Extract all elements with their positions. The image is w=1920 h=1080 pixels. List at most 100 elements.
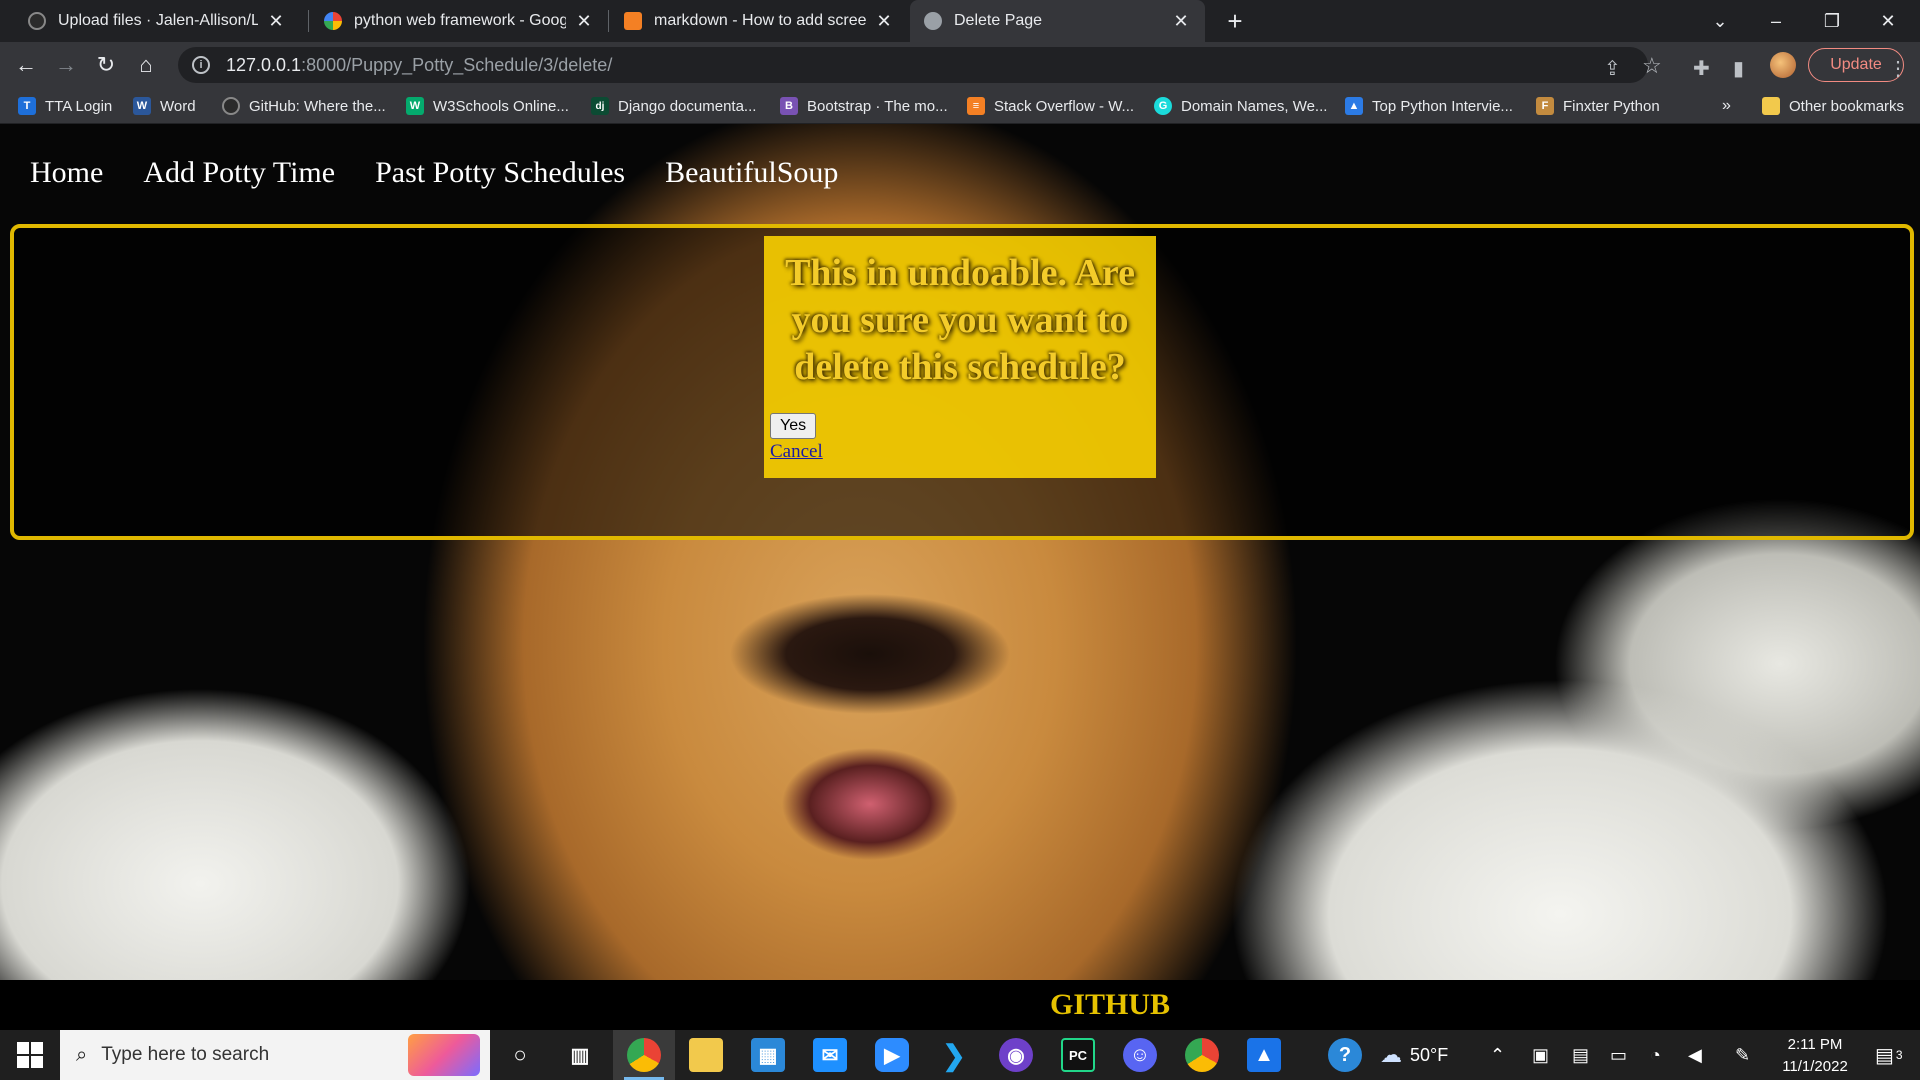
browser-tabstrip: Upload files · Jalen-Allison/Live-P ✕ py…: [0, 0, 1920, 42]
site-navigation: Home Add Potty Time Past Potty Schedules…: [30, 156, 838, 190]
restore-icon[interactable]: ❐: [1804, 0, 1860, 42]
tab-title: python web framework - Google: [354, 12, 566, 29]
tray-chevron-up-icon[interactable]: ⌃: [1490, 1030, 1505, 1080]
bookmark-label: Stack Overflow - W...: [994, 97, 1135, 115]
google-icon: [324, 12, 342, 30]
bookmark-other-folder[interactable]: Other bookmarks: [1762, 96, 1904, 116]
wifi-icon[interactable]: ◔: [1650, 1030, 1661, 1080]
tablet-icon[interactable]: ▤: [1572, 1030, 1589, 1080]
weather-temp: 50°F: [1410, 1044, 1449, 1065]
confirm-message: This in undoable. Are you sure you want …: [785, 252, 1135, 388]
close-icon[interactable]: ✕: [874, 11, 894, 31]
battery-icon[interactable]: ▭: [1610, 1030, 1627, 1080]
pycharm-icon[interactable]: PC: [1061, 1038, 1095, 1072]
notifications-icon[interactable]: ▤ 3: [1875, 1030, 1903, 1080]
word-icon: W: [133, 97, 151, 115]
close-icon[interactable]: ✕: [574, 11, 594, 31]
profile-avatar[interactable]: [1770, 52, 1796, 78]
bookmark-finxter[interactable]: F Finxter Python: [1536, 96, 1660, 116]
pen-icon[interactable]: ✎: [1735, 1030, 1750, 1080]
bookmark-label: Finxter Python: [1563, 97, 1660, 115]
back-arrow-icon[interactable]: ←: [10, 49, 42, 81]
bookmark-w3schools[interactable]: W W3Schools Online...: [406, 96, 569, 116]
home-icon[interactable]: ⌂: [130, 49, 162, 81]
nav-add-potty-time[interactable]: Add Potty Time: [143, 156, 335, 190]
bookmark-domain-names[interactable]: G Domain Names, We...: [1154, 96, 1327, 116]
volume-icon[interactable]: ◀: [1688, 1030, 1702, 1080]
bookmark-python-interview[interactable]: ▲ Top Python Intervie...: [1345, 96, 1513, 116]
tab-delete-page[interactable]: Delete Page ✕: [910, 0, 1205, 42]
tab-search-chevron-icon[interactable]: ⌄: [1692, 0, 1748, 42]
taskbar-search[interactable]: ⌕ Type here to search: [60, 1030, 490, 1080]
yes-button[interactable]: Yes: [770, 413, 817, 439]
browser-toolbar: ← → ↻ ⌂ i 127.0.0.1:8000/Puppy_Potty_Sch…: [0, 42, 1920, 88]
vscode-icon[interactable]: ❯: [937, 1038, 971, 1072]
github-link[interactable]: GITHUB: [1050, 988, 1170, 1022]
help-icon[interactable]: ?: [1328, 1038, 1362, 1072]
forward-arrow-icon[interactable]: →: [50, 49, 82, 81]
close-icon[interactable]: ✕: [266, 11, 286, 31]
zoom-icon[interactable]: ▶: [875, 1038, 909, 1072]
weather-widget[interactable]: ☁ 50°F: [1380, 1030, 1448, 1080]
cloud-icon: ☁: [1380, 1042, 1402, 1067]
microsoft-store-icon[interactable]: ▦: [751, 1038, 785, 1072]
chrome-profile-icon[interactable]: [1185, 1038, 1219, 1072]
nav-beautifulsoup[interactable]: BeautifulSoup: [665, 156, 838, 190]
tab-upload-files[interactable]: Upload files · Jalen-Allison/Live-P ✕: [0, 0, 300, 42]
side-panel-icon[interactable]: ▮: [1733, 56, 1744, 81]
bookmark-github[interactable]: GitHub: Where the...: [222, 96, 386, 116]
mail-icon[interactable]: ✉: [813, 1038, 847, 1072]
cortana-icon[interactable]: ○: [503, 1038, 537, 1072]
tta-icon: T: [18, 97, 36, 115]
tab-stackoverflow[interactable]: markdown - How to add screensh ✕: [610, 0, 908, 42]
github-icon: [222, 97, 240, 115]
bookmark-stackoverflow[interactable]: ≡ Stack Overflow - W...: [967, 96, 1134, 116]
site-info-icon[interactable]: i: [192, 56, 210, 74]
bookmark-django[interactable]: dj Django documenta...: [591, 96, 756, 116]
bookmark-label: Domain Names, We...: [1181, 97, 1328, 115]
bookmark-label: GitHub: Where the...: [249, 97, 386, 115]
bookmark-star-icon[interactable]: ☆: [1642, 53, 1662, 79]
github-desktop-icon[interactable]: ◉: [999, 1038, 1033, 1072]
w3schools-icon: W: [406, 97, 424, 115]
bookmark-word[interactable]: W Word: [133, 96, 196, 116]
new-tab-icon[interactable]: +: [1220, 6, 1250, 36]
tab-title: Delete Page: [954, 12, 1043, 29]
bookmark-label: Top Python Intervie...: [1372, 97, 1513, 115]
discord-icon[interactable]: ☺: [1123, 1038, 1157, 1072]
tab-google-search[interactable]: python web framework - Google ✕: [310, 0, 608, 42]
bookmark-label: TTA Login: [45, 97, 113, 115]
meet-now-icon[interactable]: ▣: [1532, 1030, 1549, 1080]
tab-title: markdown - How to add screensh: [654, 12, 866, 29]
windows-start-icon[interactable]: [10, 1040, 50, 1070]
clock-time: 2:11 PM: [1787, 1036, 1843, 1053]
windows-taskbar: ⌕ Type here to search ○ ▥ ▦ ✉ ▶ ❯ ◉ PC ☺…: [0, 1030, 1920, 1080]
share-icon[interactable]: ⇪: [1604, 56, 1621, 81]
task-view-icon[interactable]: ▥: [563, 1038, 597, 1072]
stackoverflow-icon: ≡: [967, 97, 985, 115]
address-bar[interactable]: i 127.0.0.1:8000/Puppy_Potty_Schedule/3/…: [178, 47, 1648, 83]
page-viewport: Home Add Potty Time Past Potty Schedules…: [0, 124, 1920, 1030]
chrome-icon[interactable]: [627, 1038, 661, 1072]
bookmarks-overflow-chevron[interactable]: »: [1722, 96, 1731, 116]
system-clock[interactable]: 2:11 PM 11/1/2022: [1760, 1034, 1870, 1078]
bookmark-bootstrap[interactable]: B Bootstrap · The mo...: [780, 96, 948, 116]
close-icon[interactable]: ✕: [1171, 11, 1191, 31]
window-close-icon[interactable]: ✕: [1860, 0, 1916, 42]
bookmark-label: Django documenta...: [618, 97, 757, 115]
globe-icon: [924, 12, 942, 30]
folder-icon: [1762, 97, 1780, 115]
extensions-icon[interactable]: ✚: [1693, 56, 1710, 81]
bookmark-tta-login[interactable]: T TTA Login: [18, 96, 112, 116]
cancel-link[interactable]: Cancel: [770, 441, 1150, 463]
search-icon: ⌕: [76, 1043, 88, 1066]
minimize-icon[interactable]: –: [1748, 0, 1804, 42]
file-explorer-icon[interactable]: [689, 1038, 723, 1072]
clock-date: 11/1/2022: [1782, 1058, 1848, 1075]
photos-icon[interactable]: ▲: [1247, 1038, 1281, 1072]
nav-home[interactable]: Home: [30, 156, 103, 190]
reload-icon[interactable]: ↻: [90, 49, 122, 81]
django-icon: dj: [591, 97, 609, 115]
nav-past-potty-schedules[interactable]: Past Potty Schedules: [375, 156, 625, 190]
menu-kebab-icon[interactable]: ⋮: [1888, 56, 1908, 81]
